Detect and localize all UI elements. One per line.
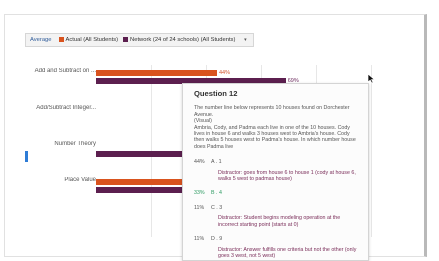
answer-d: 11% D . 9 Distractor: Answer fulfills on… <box>194 236 360 259</box>
legend-actual-label: Actual (All Students) <box>65 37 119 44</box>
screen-frame: Average Actual (All Students) Network (2… <box>0 0 439 261</box>
question-text-line: The number line below represents 10 hous… <box>194 105 350 118</box>
legend-network-swatch <box>123 36 129 42</box>
answer-distractor: Distractor: Answer fulfills one criteria… <box>218 246 357 259</box>
category-label: Add/Subtract Integer... <box>36 105 96 111</box>
answer-choice: C . 3 <box>211 204 223 211</box>
answer-percent: 11% <box>194 204 205 211</box>
legend-average-label: Average <box>30 37 52 43</box>
legend-actual-swatch <box>58 36 64 42</box>
answer-percent: 33% <box>194 190 205 197</box>
answer-c: 11% C . 3 Distractor: Student begins mod… <box>194 205 360 228</box>
grid-line-100 <box>371 65 372 237</box>
answer-distractor: Distractor: goes from house 6 to house 1… <box>218 169 356 183</box>
actual-value-label: 44% <box>219 69 231 76</box>
question-text-line: (Visual) <box>194 118 212 125</box>
answer-b: 33% B . 4 <box>194 190 360 204</box>
legend-network-entry: Network (24 of 24 schools) (All Students… <box>123 36 236 44</box>
answer-a: 44% A . 1 Distractor: goes from house 6 … <box>194 159 360 182</box>
answer-distractor: Distractor: Student begins modeling oper… <box>218 215 341 228</box>
legend-actual-entry: Actual (All Students) <box>58 36 119 44</box>
question-tooltip: Question 12 The number line below repres… <box>182 83 369 261</box>
category-label: Place Value <box>64 177 96 183</box>
chart-legend[interactable]: Average Actual (All Students) Network (2… <box>25 33 255 47</box>
answer-choice: B . 4 <box>211 190 222 197</box>
legend-network-label: Network (24 of 24 schools) (All Students… <box>130 37 236 44</box>
answer-percent: 44% <box>194 159 205 166</box>
answer-choice: D . 9 <box>211 236 223 243</box>
chevron-down-icon[interactable]: ▾ <box>241 36 249 44</box>
question-text: The number line below represents 10 hous… <box>194 105 360 150</box>
answer-choice: A . 1 <box>211 159 222 166</box>
answer-percent: 11% <box>194 236 205 243</box>
category-label: Add and Subtract on ... <box>34 68 96 74</box>
question-text-line: Ambria, Cody, and Padma each live in one… <box>194 124 356 150</box>
actual-bar[interactable] <box>96 70 217 76</box>
tooltip-title: Question 12 <box>194 89 238 98</box>
answer-spacer <box>194 197 360 205</box>
selection-marker <box>25 151 28 162</box>
category-label: Number Theory <box>54 141 96 147</box>
